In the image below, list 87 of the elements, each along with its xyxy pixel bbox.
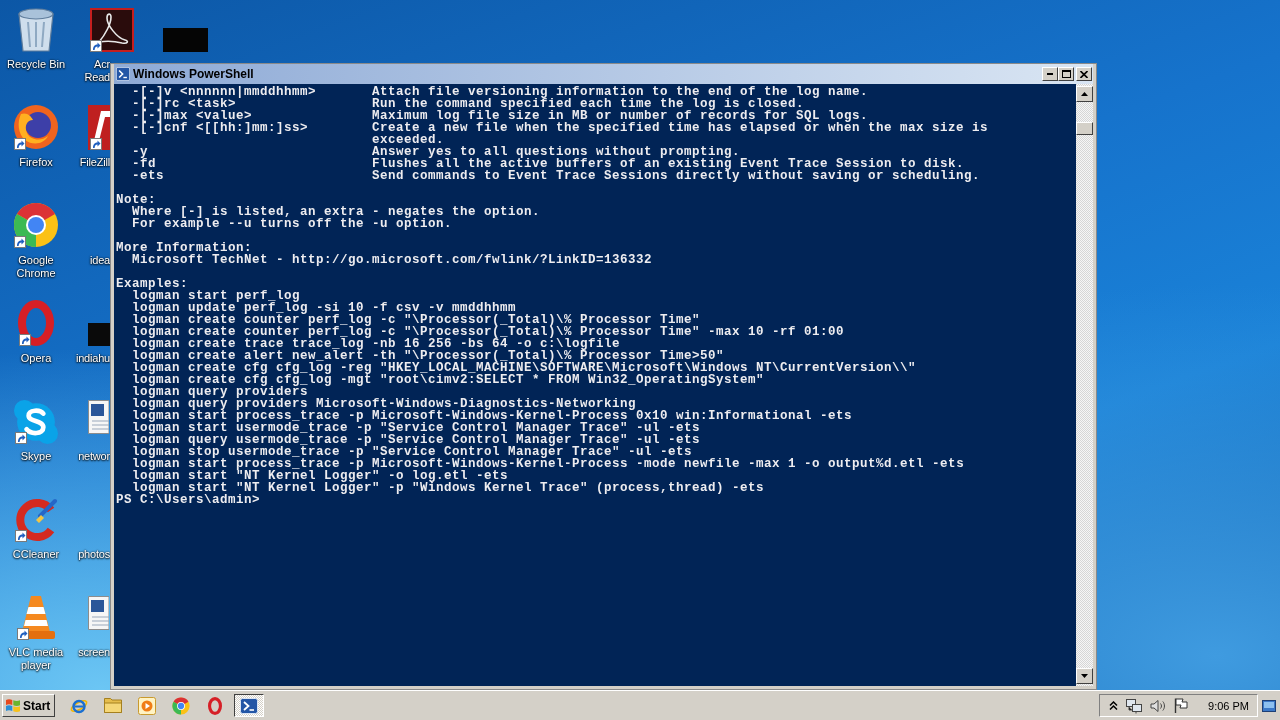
section-heading: Examples:: [116, 278, 188, 290]
up-arrow-icon: [1081, 92, 1088, 96]
down-arrow-icon: [1081, 674, 1088, 678]
option-label: -[-]v <nnnnnn|mmddhhmm>: [132, 86, 318, 98]
console-line: logman create alert new_alert -th "\Processor(_Total)\% Processor Time>50": [132, 350, 725, 362]
windows-flag-icon: [5, 698, 21, 713]
section-heading: Note:: [116, 194, 156, 206]
console-line: logman create counter perf_log -c "\Processor(_Total)\% Processor Time": [132, 314, 701, 326]
section-heading: More Information:: [116, 242, 253, 254]
clock[interactable]: 9:06 PM: [1208, 699, 1249, 712]
console-line: logman query providers Microsoft-Windows-Diagnostics-Networking: [132, 398, 637, 410]
icon-label[interactable]: indiahu: [74, 352, 110, 365]
scroll-down-button[interactable]: [1076, 668, 1093, 684]
window-title: Windows PowerShell: [133, 67, 254, 81]
network-icon[interactable]: [1126, 697, 1143, 714]
close-button[interactable]: [1076, 67, 1092, 81]
icon-label[interactable]: FileZill: [74, 156, 110, 169]
option-label: -[-]cnf <[[hh:]mm:]ss>: [132, 122, 310, 137]
console-line: logman start process_trace -p Microsoft-Windows-Kernel-Process -mode newfile -max 1 -o output%d.etl -ets: [132, 458, 965, 470]
console-line: logman start "NT Kernel Logger" -p "Windows Kernel Trace" (process,thread) -ets: [132, 482, 765, 494]
scroll-up-button[interactable]: [1076, 86, 1093, 102]
console-line: logman query usermode_trace -p "Service Control Manager Trace" -ul -ets: [132, 434, 701, 446]
option-description: Run the command specified each time the log is closed.: [372, 98, 805, 110]
terminal-icon[interactable]: [240, 697, 258, 714]
taskbar-button[interactable]: [234, 694, 264, 717]
document-icon[interactable]: [88, 400, 109, 434]
option-label: -fd: [132, 158, 156, 170]
cloud-s-icon[interactable]: [14, 400, 58, 444]
brush-c-icon[interactable]: [14, 496, 58, 542]
icon-label[interactable]: Opera: [20, 352, 52, 365]
icon-label[interactable]: Google Chrome: [16, 254, 56, 280]
minimize-icon: [1047, 73, 1053, 75]
prompt-line: PS C:\Users\admin>: [116, 494, 261, 506]
maximize-button[interactable]: [1058, 67, 1074, 81]
document-icon[interactable]: [88, 596, 109, 630]
console-line: logman start usermode_trace -p "Service Control Manager Trace" -ul -ets: [132, 422, 701, 434]
console-line: logman create cfg cfg_log -mgt "root\cimv2:SELECT * FROM Win32_OperatingSystem": [132, 374, 765, 386]
console-line: logman start process_trace -p Microsoft-Windows-Kernel-Process 0x10 win:Informational -ets: [132, 410, 853, 422]
maximize-icon: [1061, 70, 1071, 78]
icon-label[interactable]: Acr Read: [74, 58, 110, 84]
console-line: logman create counter perf_log -c "\Processor(_Total)\% Processor Time" -max 10 -rf 01:00: [132, 326, 845, 338]
console-line: logman create cfg cfg_log -reg "HKEY_LOCAL_MACHINE\SOFTWARE\Microsoft\Windows NT\CurrentVersion\\": [132, 362, 917, 374]
start-button[interactable]: Start: [2, 694, 55, 717]
minimize-button[interactable]: [1042, 67, 1058, 81]
scrollbar-track[interactable]: [1076, 84, 1093, 686]
option-description: Attach file versioning information to the end of the log name.: [372, 86, 870, 98]
console-line: Where [-] is listed, an extra - negates the option.: [132, 206, 541, 218]
console-line: logman stop usermode_trace -p "Service Control Manager Trace" -ul -ets: [132, 446, 693, 458]
icon-label[interactable]: Recycle Bin: [6, 58, 66, 71]
option-description: Answer yes to all questions without prompting.: [372, 146, 741, 158]
console-line: Microsoft TechNet - http://go.microsoft.com/fwlink/?LinkID=136332: [132, 254, 653, 266]
console-line: logman update perf_log -si 10 -f csv -v mmddhhmm: [132, 302, 517, 314]
console-line: logman query providers: [132, 386, 309, 398]
option-description: Send commands to Event Trace Sessions directly without saving or scheduling.: [372, 170, 982, 182]
ring-icon[interactable]: [18, 300, 54, 346]
option-label: -[-]rc <task>: [132, 98, 237, 110]
console-line: logman start "NT Kernel Logger" -o log.etl -ets: [132, 470, 509, 482]
option-label: -y: [132, 146, 148, 158]
option-label: -[-]max <value>: [132, 110, 253, 122]
ring-icon[interactable]: [208, 696, 222, 715]
option-description: Maximum log file size in MB or number of records for SQL logs.: [372, 110, 869, 122]
console-line: For example --u turns off the -u option.: [132, 218, 453, 230]
desktop-screen-icon[interactable]: [1262, 699, 1276, 712]
segmented-ring-icon[interactable]: [13, 202, 59, 248]
volume-icon[interactable]: [1150, 698, 1167, 713]
icon-label[interactable]: networ: [74, 450, 110, 463]
chevron-up-icon[interactable]: [1109, 701, 1119, 710]
console-line: logman create trace trace_log -nb 16 256 -bs 64 -o c:\logfile: [132, 338, 621, 350]
option-description: Flushes all the active buffers of an existing Event Trace Session to disk.: [372, 158, 965, 170]
icon-label[interactable]: idea: [74, 254, 110, 267]
folder-icon[interactable]: [104, 698, 122, 713]
scrollbar-thumb[interactable]: [1076, 122, 1093, 135]
media-play-icon[interactable]: [138, 696, 156, 715]
icon-label[interactable]: Firefox: [19, 156, 53, 169]
option-label: -ets: [132, 170, 165, 182]
blank-tile-icon[interactable]: [163, 28, 208, 52]
console-line: logman start perf_log: [132, 290, 301, 302]
fox-globe-icon[interactable]: [13, 104, 59, 150]
icon-label[interactable]: Skype: [20, 450, 52, 463]
terminal-icon: [116, 67, 130, 81]
option-description: Create a new file when the specified time has elapsed or when the max size is exceeded.: [372, 122, 990, 146]
blank-tile-icon[interactable]: [88, 323, 110, 346]
close-icon: [1080, 70, 1088, 78]
segmented-ring-icon[interactable]: [172, 696, 190, 715]
flag-icon[interactable]: [1174, 698, 1189, 713]
swirl-tile-icon[interactable]: [90, 8, 134, 52]
trash-bin-icon[interactable]: [17, 8, 55, 52]
